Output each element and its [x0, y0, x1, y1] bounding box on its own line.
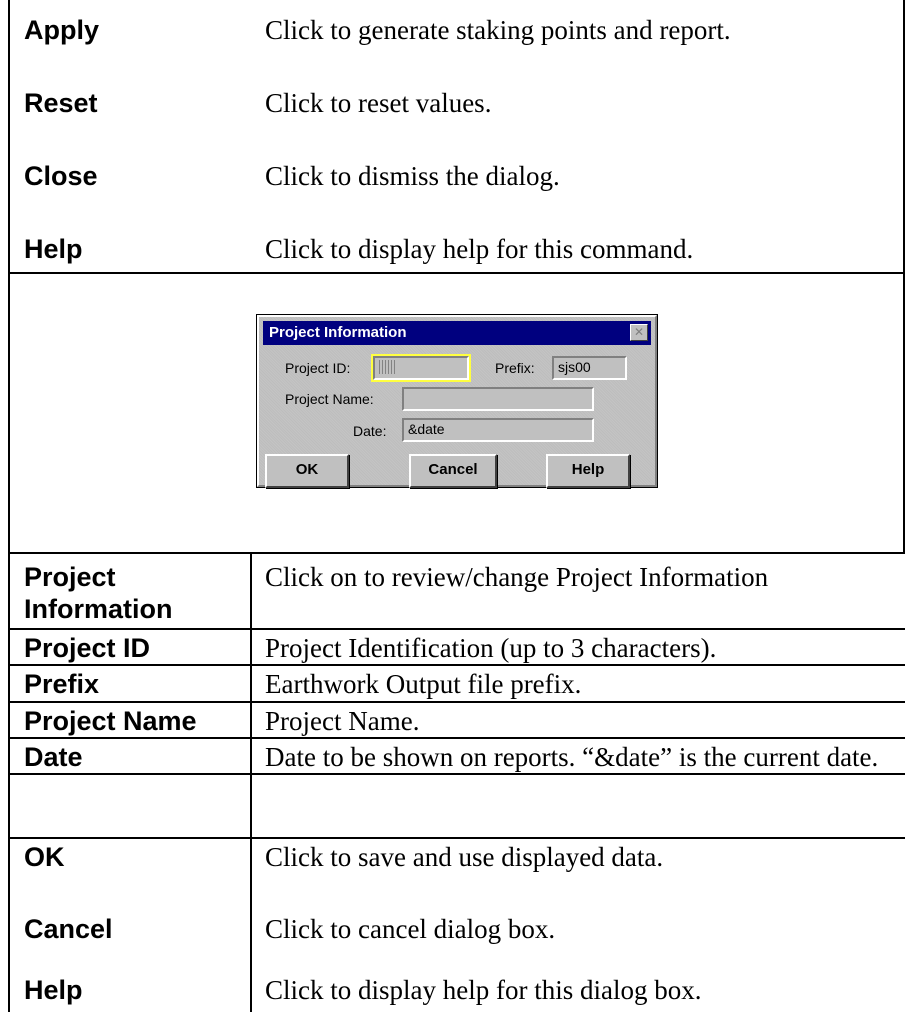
project-name-label: Project Name: — [285, 391, 374, 407]
row-divider — [8, 552, 905, 554]
row-divider — [8, 272, 905, 274]
table-left-border — [8, 0, 10, 1012]
term-help-command: Help — [24, 234, 83, 264]
term-ok: OK — [24, 842, 65, 872]
term-date: Date — [24, 742, 83, 772]
desc-reset: Click to reset values. — [265, 88, 492, 118]
project-id-label: Project ID: — [285, 360, 351, 376]
desc-apply: Click to generate staking points and rep… — [265, 15, 731, 45]
prefix-field[interactable]: sjs00 — [552, 356, 627, 380]
term-prefix: Prefix — [24, 669, 100, 699]
row-divider — [8, 737, 905, 739]
cursor-placeholder — [379, 360, 397, 374]
term-project-information-line1: Project — [24, 562, 116, 592]
desc-ok: Click to save and use displayed data. — [265, 842, 664, 872]
ok-button[interactable]: OK — [265, 454, 349, 488]
prefix-label: Prefix: — [495, 360, 535, 376]
row-divider — [8, 837, 905, 839]
project-name-field[interactable] — [402, 387, 594, 411]
project-id-field[interactable] — [371, 354, 471, 382]
term-project-information-line2: Information — [24, 594, 173, 624]
term-project-id: Project ID — [24, 633, 151, 663]
term-reset: Reset — [24, 88, 98, 118]
desc-project-id: Project Identification (up to 3 characte… — [265, 633, 717, 663]
help-button[interactable]: Help — [546, 454, 630, 488]
desc-project-information: Click on to review/change Project Inform… — [265, 562, 769, 592]
table-column-divider — [250, 553, 252, 1012]
table-right-border — [903, 0, 905, 553]
desc-help-dialog: Click to display help for this dialog bo… — [265, 975, 702, 1005]
project-information-dialog: Project Information ✕ Project ID: Prefix… — [256, 314, 658, 488]
close-icon[interactable]: ✕ — [630, 324, 648, 341]
cancel-button[interactable]: Cancel — [409, 454, 497, 488]
desc-project-name: Project Name. — [265, 706, 420, 736]
row-divider — [8, 628, 905, 630]
desc-close: Click to dismiss the dialog. — [265, 161, 560, 191]
dialog-title: Project Information — [269, 324, 407, 341]
term-close: Close — [24, 161, 98, 191]
desc-cancel: Click to cancel dialog box. — [265, 914, 556, 944]
term-cancel: Cancel — [24, 914, 113, 944]
date-field[interactable]: &date — [402, 418, 594, 442]
dialog-titlebar[interactable]: Project Information ✕ — [263, 321, 651, 345]
date-label: Date: — [353, 423, 387, 439]
term-project-information: Project Information — [24, 561, 173, 625]
desc-prefix: Earthwork Output file prefix. — [265, 669, 582, 699]
term-apply: Apply — [24, 15, 100, 45]
term-help-dialog: Help — [24, 975, 83, 1005]
desc-date: Date to be shown on reports. “&date” is … — [265, 742, 879, 772]
term-project-name: Project Name — [24, 706, 197, 736]
document-page: Apply Click to generate staking points a… — [0, 0, 912, 1012]
row-divider — [8, 701, 905, 703]
desc-help-command: Click to display help for this command. — [265, 234, 694, 264]
